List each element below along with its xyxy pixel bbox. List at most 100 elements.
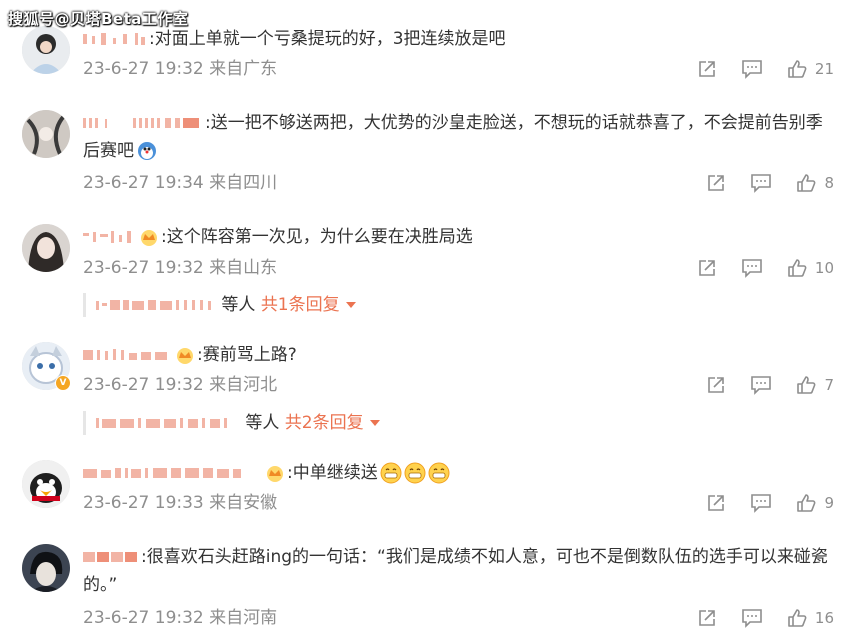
like-button[interactable]: 9 [796, 493, 834, 513]
reply-others-label: 等人 [221, 295, 256, 315]
comment-location: 来自河北 [209, 375, 278, 395]
comment-actions: 7 [706, 374, 834, 396]
thumbs-up-icon [797, 376, 816, 394]
comment-line: :很喜欢石头赶路ing的一句话：“我们是成绩不如人意，可也不是倒数队伍的选手可以… [83, 543, 834, 599]
share-button[interactable] [706, 493, 726, 513]
comment-actions: 10 [697, 257, 834, 279]
avatar-image [22, 224, 70, 272]
share-icon [699, 610, 715, 626]
comment-time: 23-6-27 19:32 [83, 375, 204, 395]
share-button[interactable] [697, 608, 717, 628]
comment-text: :对面上单就一个亏桑提玩的好，3把连续放是吧 [149, 29, 506, 49]
comment-meta: 23-6-27 19:34 来自四川 [83, 172, 277, 194]
crown-badge-icon [177, 348, 193, 364]
share-icon [708, 495, 725, 511]
comment-actions: 21 [697, 58, 834, 80]
comment-button[interactable] [750, 493, 772, 513]
comment-icon [742, 609, 762, 628]
username-obscured[interactable] [83, 230, 135, 244]
watermark: 搜狐号@贝塔Beta工作室 [8, 10, 189, 28]
username-obscured[interactable] [83, 550, 139, 564]
reply-summary[interactable]: 等人 共1条回复 [83, 293, 356, 317]
view-replies-link[interactable]: 共1条回复 [261, 295, 340, 315]
comment-meta: 23-6-27 19:33 来自安徽 [83, 492, 277, 514]
comment-button[interactable] [741, 608, 763, 628]
comment-button[interactable] [750, 375, 772, 395]
grin-emoji-icon [138, 142, 156, 160]
comment-text: :这个阵容第一次见，为什么要在决胜局选 [161, 227, 473, 247]
comment-line: :送一把不够送两把，大优势的沙皇走脸送，不想玩的话就恭喜了，不会提前告别季后赛吧 [83, 109, 834, 165]
like-count: 16 [814, 609, 834, 627]
like-count: 7 [824, 376, 834, 394]
grin-emoji-icon [404, 462, 426, 484]
comment-time: 23-6-27 19:32 [83, 59, 204, 79]
comment-location: 来自山东 [209, 258, 278, 278]
grin-emoji-icon [380, 462, 402, 484]
grin-emoji-icon [428, 462, 450, 484]
comment-location: 来自安徽 [209, 493, 278, 513]
like-count: 10 [814, 259, 834, 277]
share-button[interactable] [706, 375, 726, 395]
avatar[interactable] [22, 26, 70, 74]
avatar-image [22, 26, 70, 74]
username-obscured[interactable] [83, 348, 171, 362]
comment-location: 来自河南 [209, 608, 278, 628]
comment-meta: 23-6-27 19:32 来自广东 [83, 58, 277, 80]
avatar[interactable] [22, 224, 70, 272]
crown-badge-icon [267, 466, 283, 482]
username-obscured[interactable] [83, 32, 147, 46]
comment-actions: 8 [706, 172, 834, 194]
comment-meta: 23-6-27 19:32 来自山东 [83, 257, 277, 279]
chevron-down-icon [345, 302, 356, 308]
comment-location: 来自四川 [209, 173, 278, 193]
chevron-down-icon [369, 420, 380, 426]
comment-button[interactable] [741, 258, 763, 278]
like-button[interactable]: 8 [796, 173, 834, 193]
share-button[interactable] [706, 173, 726, 193]
like-button[interactable]: 10 [787, 258, 834, 278]
comment-button[interactable] [741, 59, 763, 79]
avatar[interactable] [22, 544, 70, 592]
comment-actions: 16 [697, 607, 834, 629]
comment-icon [751, 174, 772, 193]
comment-time: 23-6-27 19:33 [83, 493, 204, 513]
share-button[interactable] [697, 258, 717, 278]
avatar-image [22, 460, 70, 508]
share-icon [708, 377, 725, 393]
comment-text: :中单继续送 [287, 463, 378, 483]
share-icon [708, 175, 725, 191]
like-button[interactable]: 16 [787, 608, 834, 628]
comment-line: :中单继续送 [83, 459, 834, 487]
reply-others-label: 等人 [245, 413, 280, 433]
like-count: 21 [814, 60, 834, 78]
share-icon [699, 61, 715, 77]
reply-usernames-obscured [96, 300, 211, 310]
comment-icon [751, 494, 772, 513]
avatar[interactable] [22, 460, 70, 508]
crown-badge-icon [141, 230, 157, 246]
like-button[interactable]: 21 [787, 59, 834, 79]
thumbs-up-icon [788, 609, 807, 627]
like-count: 9 [824, 494, 834, 512]
username-obscured[interactable] [83, 466, 261, 480]
avatar-image [22, 544, 70, 592]
comment-button[interactable] [750, 173, 772, 193]
thumbs-up-icon [797, 174, 816, 192]
reply-summary[interactable]: 等人 共2条回复 [83, 411, 380, 435]
comment-text: :赛前骂上路? [197, 345, 297, 365]
comment-actions: 9 [706, 492, 834, 514]
view-replies-link[interactable]: 共2条回复 [285, 413, 364, 433]
username-obscured[interactable] [83, 116, 203, 130]
thumbs-up-icon [788, 60, 807, 78]
comment-meta: 23-6-27 19:32 来自河南 [83, 607, 277, 629]
like-button[interactable]: 7 [796, 375, 834, 395]
comment-time: 23-6-27 19:32 [83, 258, 204, 278]
share-button[interactable] [697, 59, 717, 79]
share-icon [699, 260, 715, 276]
comment-line: :这个阵容第一次见，为什么要在决胜局选 [83, 223, 834, 251]
comment-icon [742, 259, 762, 278]
comment-meta: 23-6-27 19:32 来自河北 [83, 374, 277, 396]
comment-text: :很喜欢石头赶路ing的一句话：“我们是成绩不如人意，可也不是倒数队伍的选手可以… [83, 547, 828, 595]
comment-location: 来自广东 [209, 59, 278, 79]
avatar[interactable] [22, 110, 70, 158]
